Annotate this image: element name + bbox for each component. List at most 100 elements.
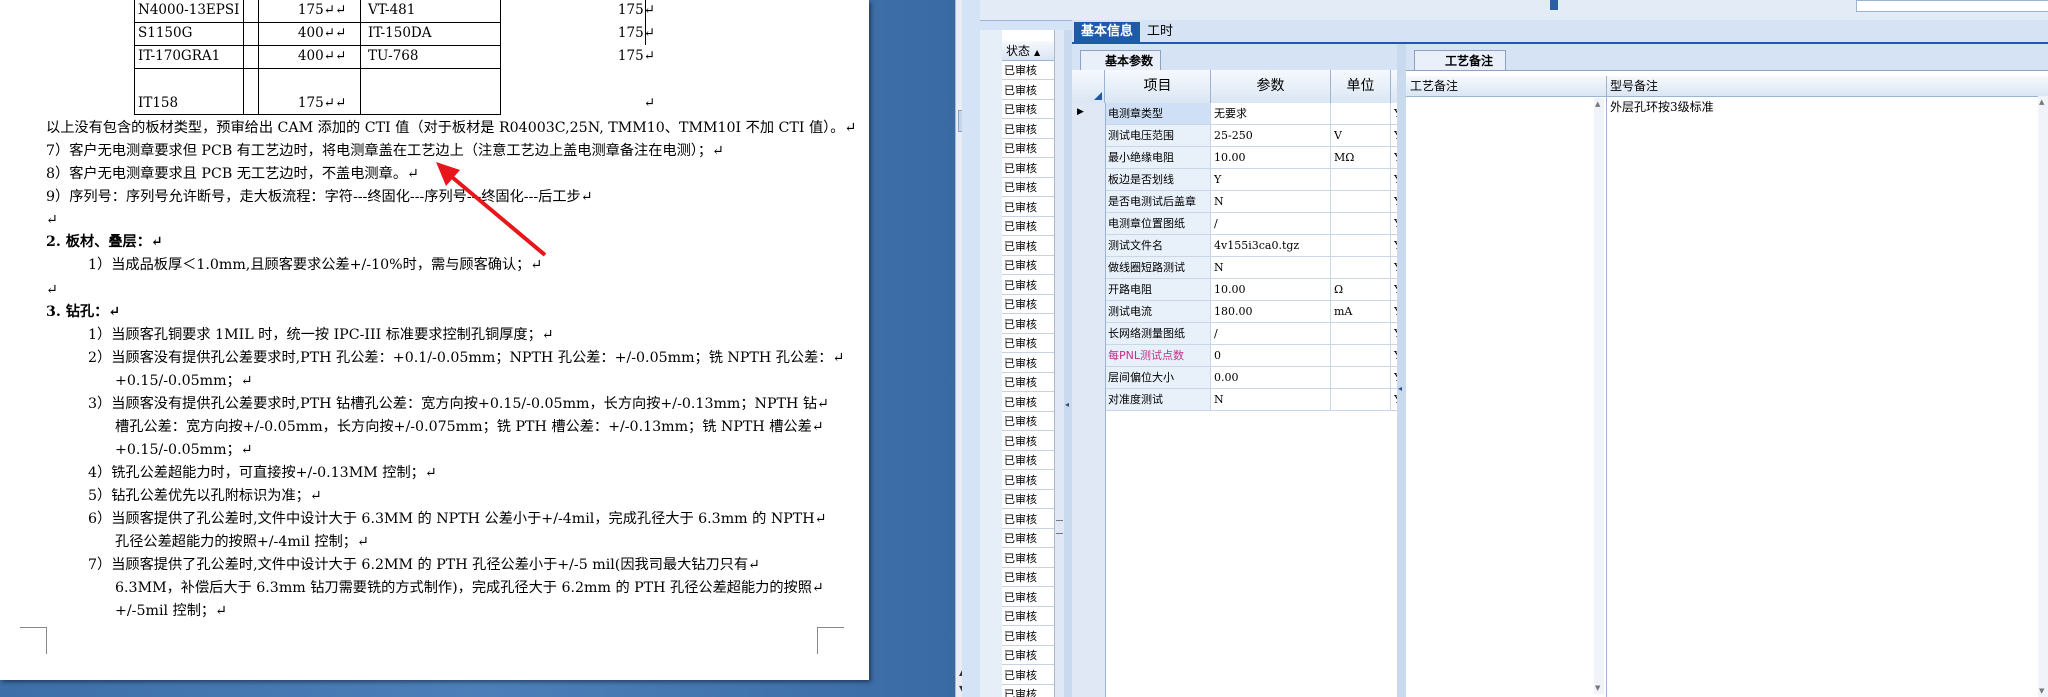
top-field[interactable] (1856, 0, 2048, 12)
param-unit-cell[interactable]: MΩ (1331, 147, 1391, 168)
param-unit-cell[interactable] (1331, 345, 1391, 366)
param-row[interactable]: 电测章类型无要求Y (1072, 103, 1443, 125)
status-cell[interactable]: 已审核 (1002, 646, 1054, 665)
param-unit-cell[interactable]: Ω (1331, 279, 1391, 300)
status-cell[interactable]: 已审核 (1002, 568, 1054, 587)
status-cell[interactable]: 已审核 (1002, 314, 1054, 334)
param-row[interactable]: 对准度测试NY (1072, 389, 1443, 411)
status-cell[interactable]: 已审核 (1002, 236, 1054, 256)
param-param-cell[interactable]: 10.00 (1211, 279, 1331, 300)
status-cell[interactable]: 已审核 (1002, 470, 1054, 490)
model-notes-text[interactable]: 外层孔环按3级标准 (1610, 98, 1714, 115)
param-param-cell[interactable]: 0 (1211, 345, 1331, 366)
tab-process-notes[interactable]: 工艺备注 (1414, 50, 1507, 70)
param-unit-cell[interactable] (1331, 323, 1391, 344)
document-page[interactable]: N4000-13EPSI 175↵ ↵ VT-481 175↵ S1150G 400↵ ↵ IT… (0, 0, 869, 680)
param-unit-cell[interactable] (1331, 103, 1391, 124)
param-param-cell[interactable]: 无要求 (1211, 103, 1331, 124)
param-row[interactable]: 板边是否划线YY (1072, 169, 1443, 191)
status-cell[interactable]: 已审核 (1002, 412, 1054, 431)
status-cell[interactable]: 已审核 (1002, 529, 1054, 548)
status-cell[interactable]: 已审核 (1002, 256, 1054, 275)
top-splitter-icon[interactable] (1550, 0, 1558, 10)
status-cell[interactable]: 已审核 (1002, 509, 1054, 529)
status-cell[interactable]: 已审核 (1002, 626, 1054, 646)
param-unit-cell[interactable] (1331, 389, 1391, 410)
status-cell[interactable]: 已审核 (1002, 275, 1054, 295)
scroll-grip-icon[interactable] (1056, 520, 1063, 534)
param-unit-cell[interactable]: mA (1331, 301, 1391, 322)
param-unit-cell[interactable] (1331, 169, 1391, 190)
param-row[interactable]: 测试电压范围25-250VY (1072, 125, 1443, 147)
status-cell[interactable]: 已审核 (1002, 373, 1054, 392)
param-param-cell[interactable]: 180.00 (1211, 301, 1331, 322)
param-row[interactable]: 测试文件名4v155i3ca0.tgzY (1072, 235, 1443, 257)
param-param-cell[interactable]: N (1211, 389, 1331, 410)
param-param-cell[interactable]: 10.00 (1211, 147, 1331, 168)
param-param-cell[interactable]: 0.00 (1211, 367, 1331, 388)
notes-scroll-down-icon[interactable]: ▼ (1595, 684, 1600, 692)
collapse-left-icon[interactable]: ◂ (1065, 400, 1069, 409)
status-cell[interactable]: 已审核 (1002, 139, 1054, 158)
column-item[interactable]: 项目 (1105, 70, 1211, 103)
collapse-right-icon[interactable]: ◂ (1398, 384, 1402, 393)
param-row[interactable]: 长网络测量图纸/Y (1072, 323, 1443, 345)
status-list[interactable]: 状态 ▲ 已审核 已审核 已审核 已审核 已审核 已审核 已审核 已审核 已审核 已审核 已审核 已审核… (1002, 30, 1055, 697)
param-unit-cell[interactable] (1331, 235, 1391, 256)
status-cell[interactable]: 已审核 (1002, 80, 1054, 100)
column-unit[interactable]: 单位 (1331, 70, 1391, 103)
param-row[interactable]: 开路电阻10.00ΩY (1072, 279, 1443, 301)
status-cell[interactable]: 已审核 (1002, 61, 1054, 80)
status-cell[interactable]: 已审核 (1002, 685, 1054, 697)
status-cell[interactable]: 已审核 (1002, 451, 1054, 470)
param-unit-cell[interactable]: V (1331, 125, 1391, 146)
model-notes-scrollbar[interactable]: ▲ ▼ (2038, 96, 2048, 697)
status-cell[interactable]: 已审核 (1002, 353, 1054, 373)
param-row[interactable]: 做线圈短路测试NY (1072, 257, 1443, 279)
document-line: 5）钻孔公差优先以孔附标识为准；↵ (88, 488, 322, 504)
param-unit-cell[interactable] (1331, 191, 1391, 212)
param-unit-cell[interactable] (1331, 213, 1391, 234)
status-cell[interactable]: 已审核 (1002, 197, 1054, 217)
status-cell[interactable]: 已审核 (1002, 100, 1054, 119)
param-param-cell[interactable]: Y (1211, 169, 1331, 190)
status-cell[interactable]: 已审核 (1002, 665, 1054, 685)
param-unit-cell[interactable] (1331, 257, 1391, 278)
tab-basic-info[interactable]: 基本信息 (1074, 22, 1141, 42)
status-column-header[interactable]: 状态 ▲ (1002, 41, 1054, 61)
column-param[interactable]: 参数 (1211, 70, 1331, 103)
status-cell[interactable]: 已审核 (1002, 119, 1054, 139)
param-param-cell[interactable]: N (1211, 257, 1331, 278)
param-row[interactable]: 最小绝缘电阻10.00MΩY (1072, 147, 1443, 169)
status-cell[interactable]: 已审核 (1002, 178, 1054, 197)
model-scroll-down-icon[interactable]: ▼ (2039, 687, 2044, 695)
status-cell[interactable]: 已审核 (1002, 217, 1054, 236)
grid-corner[interactable] (1072, 70, 1105, 103)
param-row[interactable]: 是否电测试后盖章NY (1072, 191, 1443, 213)
param-row[interactable]: 每PNL测试点数0Y (1072, 345, 1443, 367)
status-cell[interactable]: 已审核 (1002, 587, 1054, 607)
status-cell[interactable]: 已审核 (1002, 607, 1054, 626)
process-notes-scrollbar[interactable]: ▲ ▼ (1594, 98, 1604, 694)
status-cell[interactable]: 已审核 (1002, 158, 1054, 178)
tab-hours[interactable]: 工时 (1140, 22, 1180, 42)
model-scroll-up-icon[interactable]: ▲ (2039, 98, 2044, 106)
tab-basic-params[interactable]: 基本参数 (1080, 50, 1162, 70)
param-param-cell[interactable]: 4v155i3ca0.tgz (1211, 235, 1331, 256)
param-row[interactable]: 层间偏位大小0.00Y (1072, 367, 1443, 389)
status-cell[interactable]: 已审核 (1002, 548, 1054, 568)
param-param-cell[interactable]: 25-250 (1211, 125, 1331, 146)
status-cell[interactable]: 已审核 (1002, 392, 1054, 412)
status-cell[interactable]: 已审核 (1002, 431, 1054, 451)
status-cell[interactable]: 已审核 (1002, 295, 1054, 314)
param-row[interactable]: 测试电流180.00mAY (1072, 301, 1443, 323)
param-unit-cell[interactable] (1331, 367, 1391, 388)
param-row[interactable]: 电测章位置图纸/Y (1072, 213, 1443, 235)
param-param-cell[interactable]: / (1211, 323, 1331, 344)
param-param-cell[interactable]: / (1211, 213, 1331, 234)
param-param-cell[interactable]: N (1211, 191, 1331, 212)
process-notes-box[interactable]: ▲ ▼ (1406, 96, 1607, 697)
status-cell[interactable]: 已审核 (1002, 334, 1054, 353)
notes-scroll-up-icon[interactable]: ▲ (1595, 100, 1600, 108)
status-cell[interactable]: 已审核 (1002, 490, 1054, 509)
